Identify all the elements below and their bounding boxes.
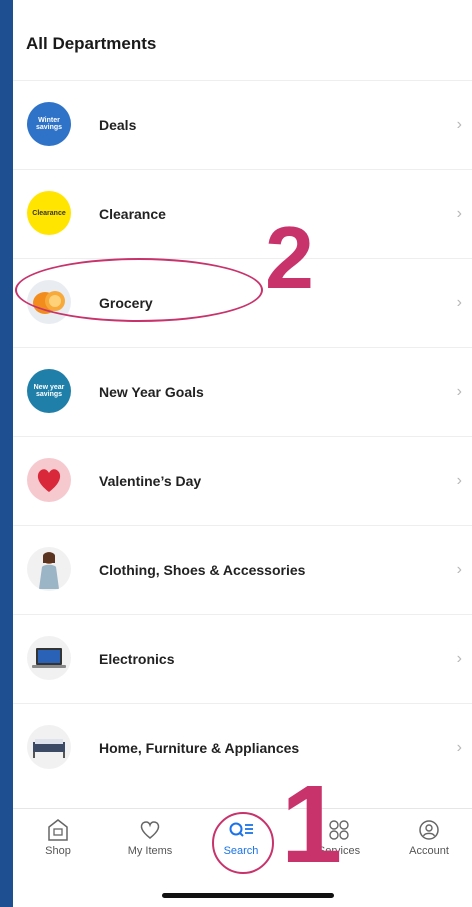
chevron-right-icon: › [456,294,462,311]
annotation-ellipse-grocery [15,258,263,322]
chevron-right-icon: › [456,116,462,133]
person-icon [27,547,71,591]
chevron-right-icon: › [456,205,462,222]
app-screen: All Departments Winter savings Deals › C… [13,0,472,907]
page-title: All Departments [26,34,157,53]
chevron-right-icon: › [456,383,462,400]
home-indicator[interactable] [162,893,334,898]
annotation-step-one: 1 [281,763,343,886]
account-icon [389,817,469,843]
laptop-icon [27,636,71,680]
heart-outline-icon [110,817,190,843]
department-label: Clothing, Shoes & Accessories [99,562,306,578]
department-row-new-year-goals[interactable]: New year savings New Year Goals › [13,347,472,436]
annotation-step-two: 2 [265,208,314,307]
department-label: Electronics [99,651,175,667]
chevron-right-icon: › [456,472,462,489]
department-row-deals[interactable]: Winter savings Deals › [13,80,472,169]
department-label: Clearance [99,206,166,222]
heart-icon [27,458,71,502]
department-label: New Year Goals [99,384,204,400]
chevron-right-icon: › [456,739,462,756]
department-row-clothing[interactable]: Clothing, Shoes & Accessories › [13,525,472,614]
winter-savings-badge: Winter savings [27,102,71,146]
department-row-clearance[interactable]: Clearance Clearance › [13,169,472,258]
department-row-home[interactable]: Home, Furniture & Appliances › [13,703,472,792]
header: All Departments [13,0,472,82]
annotation-circle-search [212,812,274,874]
department-label: Valentine’s Day [99,473,202,489]
shop-icon [18,817,98,843]
tab-shop[interactable]: Shop [18,817,98,857]
department-row-electronics[interactable]: Electronics › [13,614,472,703]
department-list: Winter savings Deals › Clearance Clearan… [13,80,472,792]
department-label: Home, Furniture & Appliances [99,740,300,756]
chevron-right-icon: › [456,561,462,578]
tab-my-items[interactable]: My Items [110,817,190,857]
clearance-badge: Clearance [27,191,71,235]
chevron-right-icon: › [456,650,462,667]
department-row-valentines-day[interactable]: Valentine’s Day › [13,436,472,525]
tab-account[interactable]: Account [389,817,469,857]
department-label: Deals [99,117,137,133]
bed-icon [27,725,71,769]
new-year-savings-badge: New year savings [27,369,71,413]
